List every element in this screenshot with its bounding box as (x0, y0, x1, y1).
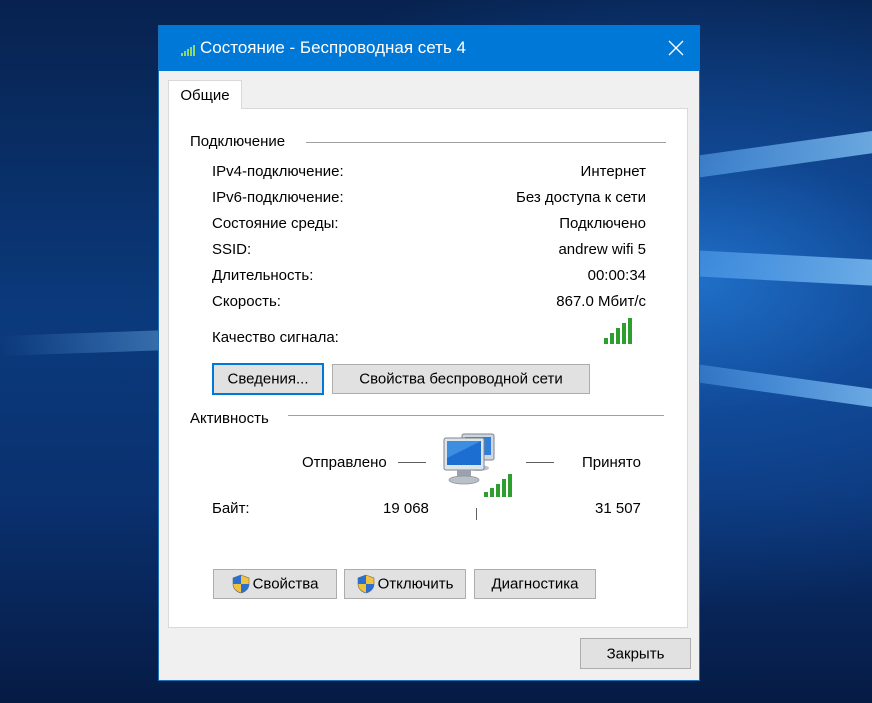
close-window-button[interactable] (653, 26, 699, 71)
wifi-signal-icon (181, 45, 195, 56)
media-state-value: Подключено (559, 215, 646, 232)
bytes-sent-value: 19 068 (383, 500, 429, 517)
ipv4-label: IPv4-подключение: (212, 163, 344, 180)
duration-label: Длительность: (212, 267, 314, 284)
activity-heading: Активность (190, 410, 269, 427)
signal-bar (628, 318, 632, 344)
light-beam (0, 330, 171, 356)
signal-bar (616, 328, 620, 344)
diagnose-button[interactable]: Диагностика (474, 569, 596, 599)
network-computers-icon (443, 433, 512, 497)
sent-line (398, 462, 426, 463)
sent-label: Отправлено (302, 454, 387, 471)
properties-button[interactable]: Свойства (213, 569, 337, 599)
close-button[interactable]: Закрыть (580, 638, 691, 669)
uac-shield-icon (357, 574, 374, 594)
wireless-properties-button[interactable]: Свойства беспроводной сети (332, 364, 590, 394)
bytes-received-value: 31 507 (595, 500, 641, 517)
signal-bar (610, 333, 614, 344)
signal-bar (604, 338, 608, 344)
tab-general[interactable]: Общие (168, 80, 242, 109)
disable-button[interactable]: Отключить (344, 569, 466, 599)
window-title: Состояние - Беспроводная сеть 4 (200, 38, 466, 57)
media-state-label: Состояние среды: (212, 215, 339, 232)
signal-bar (622, 323, 626, 344)
signal-strength-icon (604, 318, 632, 344)
close-icon (668, 40, 684, 56)
ssid-label: SSID: (212, 241, 252, 258)
speed-value: 867.0 Мбит/с (556, 293, 646, 310)
disable-button-label: Отключить (377, 575, 454, 593)
received-label: Принято (582, 454, 641, 471)
ipv4-value: Интернет (580, 163, 646, 180)
details-button[interactable]: Сведения... (212, 363, 324, 395)
duration-value: 00:00:34 (587, 267, 646, 284)
speed-label: Скорость: (212, 293, 281, 310)
ipv6-label: IPv6-подключение: (212, 189, 344, 206)
activity-divider (288, 415, 664, 416)
ipv6-value: Без доступа к сети (516, 189, 646, 206)
activity-separator (476, 508, 477, 520)
title-bar: Состояние - Беспроводная сеть 4 (159, 26, 699, 71)
received-line (526, 462, 554, 463)
bytes-label: Байт: (212, 500, 250, 517)
diagnose-button-label: Диагностика (491, 575, 579, 593)
connection-heading: Подключение (190, 133, 286, 150)
signal-quality-label: Качество сигнала: (212, 329, 339, 346)
uac-shield-icon (232, 574, 249, 594)
ssid-value: andrew wifi 5 (558, 241, 646, 258)
details-button-label: Сведения... (227, 370, 309, 388)
connection-divider (306, 142, 666, 143)
close-button-label: Закрыть (606, 645, 665, 663)
properties-button-label: Свойства (252, 575, 319, 593)
wireless-properties-button-label: Свойства беспроводной сети (359, 370, 563, 388)
